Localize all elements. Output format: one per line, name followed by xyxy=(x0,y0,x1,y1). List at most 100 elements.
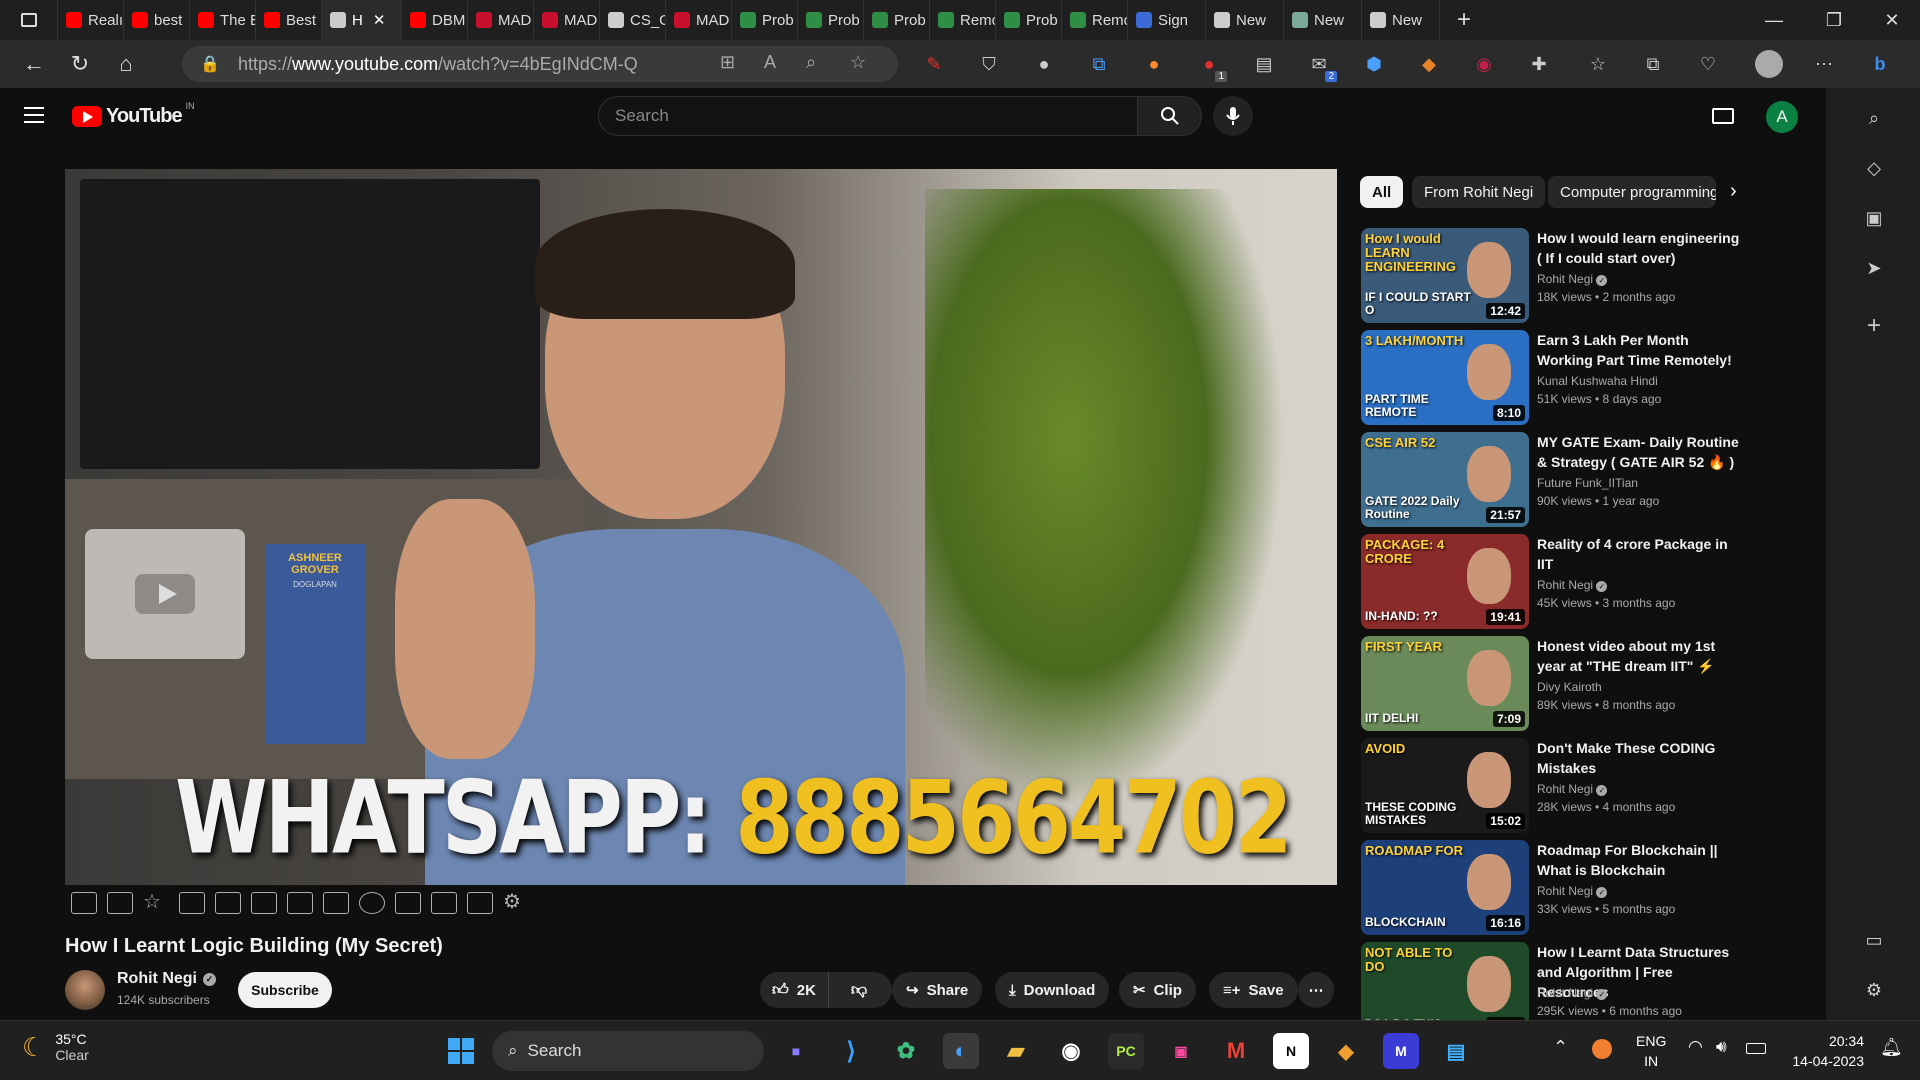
recommended-video-title[interactable]: Honest video about my 1st year at "THE d… xyxy=(1537,636,1747,676)
recommended-channel[interactable]: Rohit Negi ✓ xyxy=(1537,884,1608,898)
recommended-video-title[interactable]: MY GATE Exam- Daily Routine & Strategy (… xyxy=(1537,432,1747,472)
profile-avatar-icon[interactable] xyxy=(1755,50,1783,78)
extension-pages-icon[interactable]: ▤ xyxy=(1252,52,1276,76)
sidebar-settings-icon[interactable]: ⚙ xyxy=(1862,978,1886,1002)
account-avatar[interactable]: A xyxy=(1766,101,1798,133)
new-tab-button[interactable]: + xyxy=(1440,0,1488,40)
recommended-video[interactable]: PACKAGE: 4 CRORE IN-HAND: ?? 19:41 Reality … xyxy=(1361,534,1781,630)
zoom-icon[interactable]: ⌕ xyxy=(806,52,816,73)
minimize-button[interactable]: — xyxy=(1746,0,1802,40)
recommended-channel[interactable]: Rohit Negi ✓ xyxy=(1537,986,1608,1000)
create-video-icon[interactable] xyxy=(1712,108,1734,124)
video-thumbnail[interactable]: ROADMAP FOR BLOCKCHAIN 16:16 xyxy=(1361,840,1529,935)
taskbar-terminal-icon[interactable]: ▣ xyxy=(1163,1033,1199,1069)
language-indicator[interactable]: ENG IN xyxy=(1636,1031,1666,1071)
app-available-icon[interactable]: ⊞ xyxy=(720,52,735,73)
chip-all[interactable]: All xyxy=(1360,176,1404,208)
recommended-channel[interactable]: Rohit Negi ✓ xyxy=(1537,782,1608,796)
picture-mode-icon[interactable] xyxy=(179,892,205,914)
recommended-channel[interactable]: Rohit Negi ✓ xyxy=(1537,272,1608,286)
address-bar[interactable]: 🔒 https://www.youtube.com/watch?v=4bEgIN… xyxy=(182,46,898,82)
browser-essentials-icon[interactable]: ♡ xyxy=(1696,52,1720,76)
size-icon[interactable] xyxy=(323,892,349,914)
browser-tab[interactable]: New xyxy=(1206,0,1284,40)
browser-tab[interactable]: H ✕ xyxy=(322,0,402,40)
sidebar-shopping-icon[interactable]: ◇ xyxy=(1862,156,1886,180)
settings-gear-icon[interactable]: ⚙ xyxy=(503,892,529,914)
browser-tab[interactable]: MAD xyxy=(468,0,534,40)
extension-red-icon[interactable]: ✎ xyxy=(922,52,946,76)
video-thumbnail[interactable]: PACKAGE: 4 CRORE IN-HAND: ?? 19:41 xyxy=(1361,534,1529,629)
eye-icon[interactable] xyxy=(215,892,241,914)
save-button[interactable]: ≡+ Save xyxy=(1209,972,1298,1008)
recommended-channel[interactable]: Divy Kairoth xyxy=(1537,680,1602,694)
extension-copy-icon[interactable]: ⧉ xyxy=(1087,52,1111,76)
notification-icon[interactable]: 🔔︎ xyxy=(1880,1037,1903,1058)
video-thumbnail[interactable]: CSE AIR 52 GATE 2022 Daily Routine 21:57 xyxy=(1361,432,1529,527)
like-button[interactable]: 👍︎ 2K xyxy=(760,972,829,1008)
sidebar-layout-icon[interactable]: ▭ xyxy=(1862,928,1886,952)
extension-alert-icon[interactable]: ● 1 xyxy=(1197,52,1227,82)
chips-next-icon[interactable]: › xyxy=(1730,180,1737,203)
extension-bulb-icon[interactable]: ● xyxy=(1032,52,1056,76)
browser-tab[interactable]: MAD xyxy=(666,0,732,40)
subscribe-button[interactable]: Subscribe xyxy=(238,972,332,1008)
voice-search-button[interactable] xyxy=(1213,96,1253,136)
browser-tab[interactable]: DBM xyxy=(402,0,468,40)
star-icon[interactable]: ☆ xyxy=(143,892,169,914)
recommended-video[interactable]: How I would LEARN ENGINEERING IF I COULD … xyxy=(1361,228,1781,324)
browser-tab[interactable]: Remo xyxy=(1062,0,1128,40)
loop-icon[interactable] xyxy=(71,892,97,914)
shield-icon[interactable]: ⛉ xyxy=(977,52,1001,76)
more-menu-icon[interactable]: ⋯ xyxy=(1812,52,1836,76)
close-window-button[interactable]: ✕ xyxy=(1864,0,1920,40)
favorites-icon[interactable]: ☆ xyxy=(1586,52,1610,76)
taskbar-pycharm-icon[interactable]: PC xyxy=(1108,1033,1144,1069)
browser-tab[interactable]: Realı xyxy=(58,0,124,40)
sidebar-send-icon[interactable]: ➤ xyxy=(1862,256,1886,280)
start-button[interactable] xyxy=(443,1033,479,1069)
recommended-channel[interactable]: Rohit Negi ✓ xyxy=(1537,578,1608,592)
taskbar-gmail-icon[interactable]: M xyxy=(1218,1033,1254,1069)
recommended-video-title[interactable]: Earn 3 Lakh Per Month Working Part Time … xyxy=(1537,330,1747,370)
sidebar-office-icon[interactable]: ▣ xyxy=(1862,206,1886,230)
taskbar-app-blue-icon[interactable]: M xyxy=(1383,1033,1419,1069)
channel-name[interactable]: Rohit Negi ✓ xyxy=(117,970,216,988)
recommended-video[interactable]: ROADMAP FOR BLOCKCHAIN 16:16 Roadmap For Bl… xyxy=(1361,840,1781,936)
youtube-logo[interactable]: YouTube IN xyxy=(72,101,195,128)
browser-tab[interactable]: Sign xyxy=(1128,0,1206,40)
hamburger-menu-icon[interactable] xyxy=(24,107,44,123)
extension-mail-icon[interactable]: ✉ 2 xyxy=(1307,52,1337,82)
tray-chevron-icon[interactable]: ⌃ xyxy=(1553,1037,1568,1058)
bing-icon[interactable]: b xyxy=(1868,52,1892,76)
recommended-video-title[interactable]: How I would learn engineering ( If I cou… xyxy=(1537,228,1747,268)
chip-computer-programming[interactable]: Computer programming xyxy=(1548,176,1716,208)
taskbar-search[interactable]: ⌕ Search xyxy=(492,1031,764,1071)
download-button[interactable]: ⤓ Download xyxy=(995,972,1110,1008)
video-thumbnail[interactable]: FIRST YEAR IIT DELHI 7:09 xyxy=(1361,636,1529,731)
taskbar-app-diamond-icon[interactable]: ◆ xyxy=(1328,1033,1364,1069)
sidebar-search-icon[interactable]: ⌕ xyxy=(1862,106,1886,130)
clock[interactable]: 20:34 14-04-2023 xyxy=(1782,1031,1864,1071)
weather-widget[interactable]: ☾ 35°C Clear xyxy=(22,1031,89,1063)
collections-icon[interactable]: ⧉ xyxy=(1641,52,1665,76)
recommended-video[interactable]: CSE AIR 52 GATE 2022 Daily Routine 21:57 MY… xyxy=(1361,432,1781,528)
search-button[interactable] xyxy=(1138,96,1202,136)
browser-tab[interactable]: CS_G xyxy=(600,0,666,40)
browser-tab[interactable]: New xyxy=(1362,0,1440,40)
close-tab-icon[interactable]: ✕ xyxy=(373,11,386,29)
taskbar-file-explorer-icon[interactable]: ▰ xyxy=(998,1033,1034,1069)
keyboard-icon[interactable] xyxy=(467,892,493,914)
taskbar-obs-icon[interactable]: ◉ xyxy=(1053,1033,1089,1069)
battery-icon[interactable] xyxy=(1746,1043,1766,1054)
recommended-channel[interactable]: Kunal Kushwaha Hindi xyxy=(1537,374,1658,388)
browser-tab[interactable]: New xyxy=(1284,0,1362,40)
search-input[interactable]: Search xyxy=(598,96,1138,136)
extension-hex-icon[interactable]: ⬢ xyxy=(1362,52,1386,76)
video-thumbnail[interactable]: 3 LAKH/MONTH PART TIME REMOTE 8:10 xyxy=(1361,330,1529,425)
home-button[interactable]: ⌂ xyxy=(106,44,146,84)
taskbar-vscode-icon[interactable]: ⟩ xyxy=(833,1033,869,1069)
browser-tab[interactable]: best xyxy=(124,0,190,40)
share-button[interactable]: ↪ Share xyxy=(892,972,983,1008)
taskbar-notion-icon[interactable]: N xyxy=(1273,1033,1309,1069)
